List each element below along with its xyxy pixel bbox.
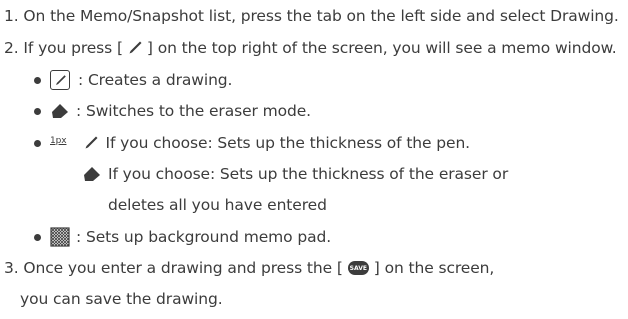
bullet-background-text: : Sets up background memo pad. — [76, 228, 332, 246]
eraser-icon — [83, 166, 101, 182]
pen-icon — [83, 135, 99, 151]
step-1: 1. On the Memo/Snapshot list, press the … — [4, 4, 619, 28]
step-3: 3. Once you enter a drawing and press th… — [4, 256, 494, 280]
eraser-icon — [50, 103, 70, 119]
step-3-prefix: 3. Once you enter a drawing and press th… — [4, 259, 343, 277]
step-3-line2: you can save the drawing. — [20, 290, 223, 308]
step-3-cont: you can save the drawing. — [20, 287, 223, 311]
bullet-thickness: 1px If you choose: Sets up the thickness… — [34, 131, 470, 155]
bullet-drawing: : Creates a drawing. — [34, 68, 232, 92]
bullet-drawing-text: : Creates a drawing. — [78, 71, 233, 89]
step-2: 2. If you press [ ] on the top right of … — [4, 36, 617, 60]
bullet-dot — [34, 76, 41, 84]
step-3-suffix: ] on the screen, — [373, 259, 495, 277]
step-2-suffix: ] on the top right of the screen, you wi… — [146, 39, 617, 57]
bullet-eraser: : Switches to the eraser mode. — [34, 99, 311, 123]
save-icon: SAVE — [347, 261, 369, 275]
eraser-choice-line2: deletes all you have entered — [108, 196, 327, 214]
bullet-eraser-text: : Switches to the eraser mode. — [76, 102, 311, 120]
step-1-text: 1. On the Memo/Snapshot list, press the … — [4, 7, 619, 25]
pen-icon — [127, 40, 143, 56]
bullet-background: : Sets up background memo pad. — [34, 225, 331, 249]
pen-choice-text: If you choose: Sets up the thickness of … — [105, 134, 471, 152]
draw-box-icon — [50, 70, 70, 90]
bullet-dot — [34, 139, 41, 147]
bullet-dot — [34, 107, 41, 115]
eraser-choice: If you choose: Sets up the thickness of … — [83, 162, 508, 186]
bullet-dot — [34, 233, 41, 241]
background-pattern-icon — [50, 227, 70, 247]
eraser-choice-cont: deletes all you have entered — [108, 193, 327, 217]
eraser-choice-line1: If you choose: Sets up the thickness of … — [108, 165, 509, 183]
step-2-prefix: 2. If you press [ — [4, 39, 123, 57]
thickness-label: 1px — [50, 136, 67, 146]
